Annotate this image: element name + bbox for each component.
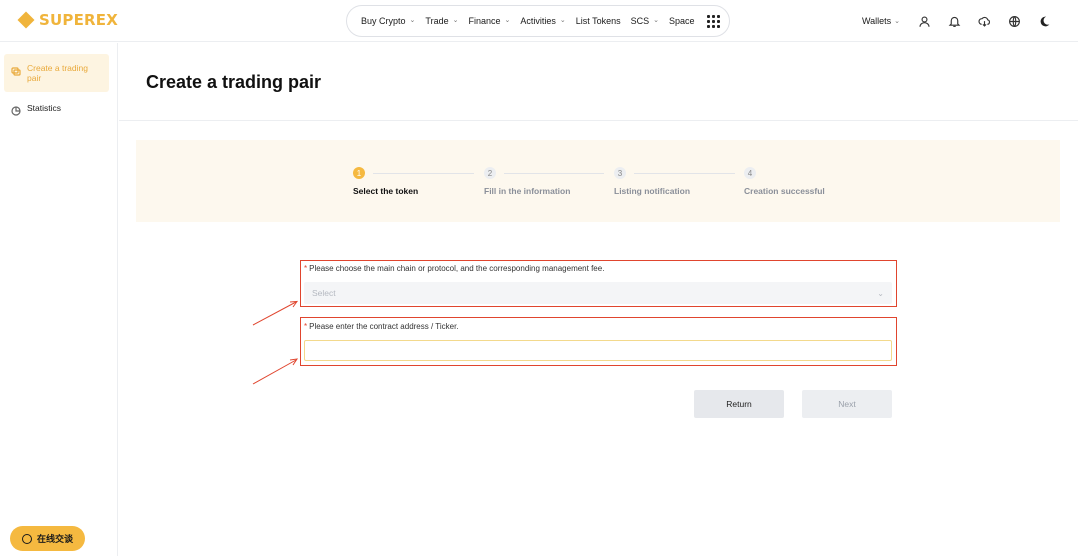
nav-trade[interactable]: Trade ⌄ — [425, 16, 458, 26]
header-actions: Wallets ⌄ — [862, 13, 1052, 29]
step-number: 3 — [614, 167, 626, 179]
contract-label-text: Please enter the contract address / Tick… — [309, 322, 459, 331]
wallets-menu[interactable]: Wallets ⌄ — [862, 16, 900, 26]
step-number: 1 — [353, 167, 365, 179]
nav-label: Space — [669, 16, 695, 26]
chain-field-label: * Please choose the main chain or protoco… — [304, 264, 604, 273]
download-icon[interactable] — [976, 13, 992, 29]
nav-scs[interactable]: SCS ⌄ — [631, 16, 659, 26]
contract-address-input[interactable] — [304, 340, 892, 361]
nav-space[interactable]: Space — [669, 16, 695, 26]
chain-select[interactable]: Select ⌄ — [304, 282, 892, 304]
annotation-arrow — [252, 358, 299, 385]
chevron-down-icon: ⌄ — [894, 18, 900, 25]
step-connector — [504, 173, 604, 174]
globe-icon[interactable] — [1006, 13, 1022, 29]
nav-finance[interactable]: Finance ⌄ — [468, 16, 510, 26]
pie-chart-icon — [11, 103, 21, 121]
step-number: 4 — [744, 167, 756, 179]
chevron-down-icon: ⌄ — [409, 17, 416, 24]
logo-text: SUPEREX — [39, 11, 118, 29]
live-chat-button[interactable]: 在线交谈 — [10, 526, 85, 551]
page-title: Create a trading pair — [146, 72, 322, 92]
chevron-down-icon: ⌄ — [877, 288, 884, 298]
step-connector — [634, 173, 735, 174]
sidebar-item-label: Statistics — [27, 103, 62, 113]
select-placeholder: Select — [312, 288, 336, 298]
chevron-down-icon: ⌄ — [559, 17, 566, 24]
contract-field-label: * Please enter the contract address / Tic… — [304, 322, 459, 331]
nav-list-tokens[interactable]: List Tokens — [576, 16, 621, 26]
step-label: Select the token — [353, 186, 419, 196]
sidebar: Create a trading pair Statistics — [0, 43, 118, 556]
step-connector — [373, 173, 474, 174]
chat-bubble-icon — [21, 533, 32, 544]
required-mark: * — [304, 322, 308, 331]
sidebar-item-create-trading-pair[interactable]: Create a trading pair — [4, 54, 109, 92]
chevron-down-icon: ⌄ — [653, 17, 660, 24]
stepper: 1 Select the token 2 Fill in the informa… — [136, 140, 1060, 222]
chain-label-text: Please choose the main chain or protocol… — [309, 264, 605, 273]
user-icon[interactable] — [916, 13, 932, 29]
chat-label: 在线交谈 — [36, 534, 73, 544]
main-nav: Buy Crypto ⌄ Trade ⌄ Finance ⌄ Activitie… — [346, 5, 730, 37]
bell-icon[interactable] — [946, 13, 962, 29]
nav-label: Trade — [425, 16, 449, 26]
step-number: 2 — [484, 167, 496, 179]
superex-logo[interactable]: SUPEREX — [17, 11, 118, 29]
nav-label: Activities — [520, 16, 556, 26]
annotation-arrow — [252, 300, 299, 326]
next-button[interactable]: Next — [802, 390, 892, 418]
nav-label: Finance — [468, 16, 501, 26]
return-button[interactable]: Return — [694, 390, 784, 418]
nav-buy-crypto[interactable]: Buy Crypto ⌄ — [361, 16, 415, 26]
wallets-label: Wallets — [861, 16, 892, 26]
logo-diamond-icon — [17, 11, 35, 29]
step-label: Fill in the information — [484, 186, 571, 196]
chevron-down-icon: ⌄ — [452, 17, 459, 24]
chevron-down-icon: ⌄ — [504, 17, 511, 24]
apps-grid-icon[interactable] — [706, 14, 720, 28]
moon-icon[interactable] — [1036, 13, 1052, 29]
step-label: Listing notification — [614, 186, 691, 196]
nav-label: SCS — [630, 16, 650, 26]
divider — [119, 120, 1078, 121]
nav-label: List Tokens — [575, 16, 621, 26]
sidebar-item-statistics[interactable]: Statistics — [4, 95, 109, 121]
nav-label: Buy Crypto — [361, 16, 406, 26]
step-label: Creation successful — [744, 186, 825, 196]
sidebar-item-label: Create a trading pair — [27, 63, 88, 83]
token-icon — [11, 63, 21, 81]
required-mark: * — [304, 264, 308, 273]
top-navbar: SUPEREX Buy Crypto ⌄ Trade ⌄ Finance ⌄ A… — [0, 0, 1078, 42]
nav-activities[interactable]: Activities ⌄ — [520, 16, 565, 26]
